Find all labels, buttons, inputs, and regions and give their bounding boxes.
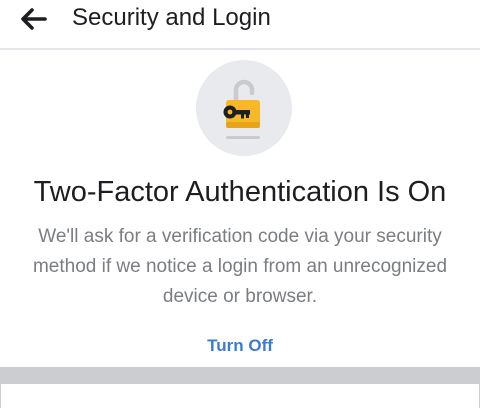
status-description: We'll ask for a verification code via yo… (32, 226, 448, 307)
section-divider (0, 367, 480, 384)
two-factor-illustration (196, 60, 292, 156)
back-button[interactable] (14, 2, 54, 36)
top-bar: Security and Login (0, 0, 480, 50)
unlocked-padlock-with-key-icon (223, 79, 260, 139)
turn-off-link[interactable]: Turn Off (0, 334, 480, 358)
status-title: Two-Factor Authentication Is On (33, 176, 447, 208)
security-login-screen: Security and Login Two-Factor Authentica… (0, 0, 480, 408)
next-section-card (0, 384, 480, 408)
back-arrow-icon (21, 8, 47, 30)
page-title: Security and Login (72, 4, 271, 31)
